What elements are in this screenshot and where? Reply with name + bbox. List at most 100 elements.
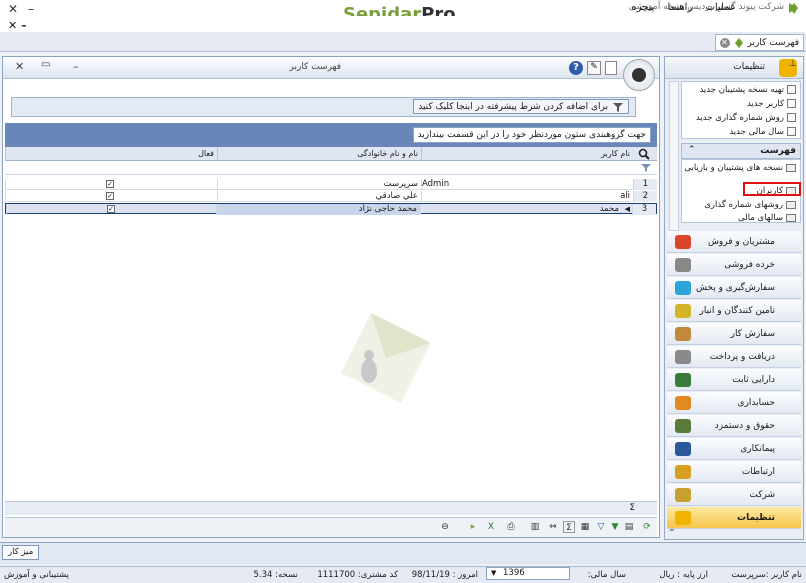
window-minimize-icon[interactable]: – — [73, 60, 79, 73]
module-icon — [675, 304, 691, 318]
document-controls: ✕ – — [8, 19, 27, 32]
status-customer-code: کد مشتری: 1111700 — [317, 570, 398, 580]
table-row-selected[interactable]: 3 ◀ محمد محمد حاجی نژاد ✓ — [5, 203, 657, 215]
doc-close-icon[interactable]: ✕ — [8, 19, 17, 32]
grid-filter-row[interactable] — [5, 161, 657, 175]
pin-icon[interactable]: ⊥ — [789, 59, 797, 69]
quick-new-fiscal-year[interactable]: سال مالی جدید — [729, 125, 796, 138]
filter-edit-icon — [613, 102, 623, 112]
sum-icon[interactable]: Σ — [629, 503, 635, 513]
table-row[interactable]: 2 ali علي صادقي ✓ — [5, 191, 657, 202]
cell-active[interactable]: ✓ — [5, 191, 217, 202]
tab-close-icon[interactable]: ✕ — [719, 37, 730, 48]
tab-user-list[interactable]: فهرست کاربر ✕ — [714, 34, 804, 51]
group-by-panel[interactable]: جهت گروهبندی ستون موردنظر خود را در این … — [5, 123, 657, 147]
filter-icon[interactable]: ▼ — [609, 521, 621, 533]
refresh-icon[interactable]: ⟳ — [641, 521, 653, 533]
help-icon[interactable]: ? — [569, 61, 583, 75]
active-checkbox[interactable]: ✓ — [106, 192, 114, 200]
grid-lines-icon[interactable]: ▥ — [529, 521, 541, 533]
column-header-fullname[interactable]: نام و نام خانوادگی — [217, 147, 421, 161]
cell-username: محمد — [420, 204, 622, 215]
sidebar-scrollbar[interactable] — [669, 81, 679, 231]
cell-active[interactable]: ✓ — [6, 204, 216, 215]
settings-icon[interactable]: ⊖ — [439, 521, 451, 533]
cell-active[interactable]: ✓ — [5, 179, 217, 190]
module-item[interactable]: حقوق و دستمزد — [667, 415, 801, 437]
filter-clear-icon[interactable]: ▽ — [595, 521, 607, 533]
form-logo-icon[interactable] — [623, 59, 655, 91]
module-item[interactable]: مشتریان و فروش — [667, 231, 801, 253]
status-support[interactable]: پشتیبانی و آموزش — [4, 570, 69, 580]
quick-new-user[interactable]: کاربر جدید — [747, 97, 796, 110]
window-restore-icon[interactable]: ▭ — [41, 59, 50, 70]
desktop-button[interactable]: میز کار — [2, 545, 40, 560]
summary-icon[interactable]: Σ — [563, 521, 575, 533]
module-item[interactable]: تامین کنندگان و انبار — [667, 300, 801, 322]
sepidar-watermark-icon — [341, 313, 431, 403]
fiscal-year-select[interactable]: ▼ 1396 — [486, 567, 570, 580]
tab-strip — [0, 32, 806, 52]
list-section-header[interactable]: فهرست ⌃ — [681, 143, 801, 159]
app-menu-icon[interactable] — [786, 3, 800, 13]
doc-minimize-icon[interactable]: – — [21, 19, 27, 32]
columns-icon[interactable]: ▤ — [623, 521, 635, 533]
module-item[interactable]: شرکت — [667, 484, 801, 506]
desktop-bar — [0, 542, 806, 564]
edit-icon[interactable]: ✎ — [587, 61, 601, 75]
grid-toolbar: ⟳ ▤ ▼ ▽ ▦ Σ ⇔ ▥ ⎙ X ▸ ⊖ — [5, 517, 657, 537]
print-icon[interactable]: ⎙ — [505, 521, 517, 533]
column-header-active[interactable]: فعال — [5, 147, 217, 161]
module-item[interactable]: پیمانکاری — [667, 438, 801, 460]
module-icon — [675, 327, 691, 341]
table-row[interactable]: 1 Admin سرپرست ✓ — [5, 179, 657, 190]
quick-new-backup[interactable]: تهیه نسخه پشتیبان جدید — [699, 83, 796, 96]
row-number: 3 — [632, 204, 656, 215]
backup-icon — [787, 85, 796, 94]
sidebar-header-title: تنظیمات — [733, 62, 765, 72]
menu-help[interactable]: راهنما — [668, 2, 693, 13]
quick-new-numbering[interactable]: روش شماره گذاری جدید — [696, 111, 796, 124]
quick-actions: تهیه نسخه پشتیبان جدید کاربر جدید روش شم… — [681, 81, 801, 139]
row-filter-icon[interactable] — [641, 163, 651, 173]
module-item[interactable]: حسابداری — [667, 392, 801, 414]
active-checkbox[interactable]: ✓ — [106, 180, 114, 188]
filter-bar-end — [635, 97, 651, 117]
sidebar-item-fiscal-years[interactable]: سالهای مالی — [738, 213, 796, 223]
excel-icon[interactable]: X — [485, 521, 497, 533]
list-icon — [786, 214, 796, 222]
current-row-indicator-icon: ◀ — [624, 205, 630, 213]
new-document-icon[interactable] — [605, 61, 617, 75]
export-icon[interactable]: ▸ — [467, 521, 479, 533]
sidebar-item-numbering[interactable]: روشهای شماره گذاری — [704, 200, 796, 210]
module-item[interactable]: دارایی ثابت — [667, 369, 801, 391]
fiscal-year-value: 1396 — [503, 568, 525, 578]
module-item[interactable]: خرده فروشی — [667, 254, 801, 276]
window-close-icon[interactable]: ✕ — [15, 60, 24, 73]
menu-items: عملیات راهنما پنجره — [621, 2, 736, 13]
module-icon — [675, 488, 691, 502]
column-header-username[interactable]: نام کاربر — [421, 147, 633, 161]
grid-search-icon[interactable] — [633, 148, 655, 160]
sidebar-item-backups[interactable]: نسخه های پشتیبان و بازیابی — [684, 163, 796, 173]
module-item[interactable]: سفارش‌گیری و پخش — [667, 277, 801, 299]
close-icon[interactable]: ✕ — [8, 2, 18, 16]
status-user: نام کاربر :سرپرست — [731, 570, 802, 580]
active-checkbox[interactable]: ✓ — [107, 205, 115, 213]
collapse-icon[interactable]: ⌃ — [688, 145, 696, 155]
module-item[interactable]: دریافت و پرداخت — [667, 346, 801, 368]
module-item[interactable]: سفارش کار — [667, 323, 801, 345]
menu-operations[interactable]: عملیات — [705, 2, 736, 13]
minimize-icon[interactable]: – — [28, 2, 34, 16]
module-icon — [675, 258, 691, 272]
menu-window[interactable]: پنجره — [631, 2, 654, 13]
chevron-down-icon[interactable]: ▼ — [491, 568, 496, 579]
advanced-filter-button[interactable]: برای اضافه کردن شرط پیشرفته در اینجا کلی… — [413, 99, 629, 114]
advanced-filter-label: برای اضافه کردن شرط پیشرفته در اینجا کلی… — [418, 101, 608, 112]
module-item[interactable]: تنظیمات — [667, 507, 801, 529]
module-label: پیمانکاری — [740, 443, 775, 454]
resize-icon[interactable]: ⇔ — [547, 521, 559, 533]
layout-icon[interactable]: ▦ — [579, 521, 591, 533]
module-item[interactable]: ارتباطات — [667, 461, 801, 483]
module-label: تنظیمات — [737, 512, 775, 523]
